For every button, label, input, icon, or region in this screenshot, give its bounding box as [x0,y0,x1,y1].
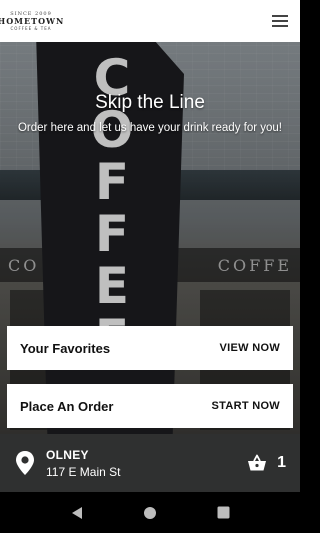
hero-banner: CO COFFE C O F F E E Skip the Line Order… [0,42,300,434]
home-icon[interactable] [142,505,158,521]
back-icon[interactable] [69,505,85,521]
store-location-text[interactable]: OLNEY 117 E Main St [46,448,247,479]
store-address: 117 E Main St [46,464,121,479]
store-location-bar[interactable]: OLNEY 117 E Main St 1 [0,434,300,492]
cart-button[interactable]: 1 [247,454,286,472]
system-navigation-bar [0,492,300,533]
store-city: OLNEY [46,447,89,462]
place-order-card[interactable]: Place An Order START NOW [7,384,293,428]
hero-subtitle: Order here and let us have your drink re… [17,122,282,134]
your-favorites-card[interactable]: Your Favorites VIEW NOW [7,326,293,370]
cart-count: 1 [277,454,286,471]
location-pin-icon [16,451,34,475]
logo-subtitle: COFFEE & TEA [10,26,52,31]
card-title: Your Favorites [20,340,111,356]
card-title: Place An Order [20,398,114,414]
hero-title: Skip the Line [95,92,205,113]
logo-name: HOMETOWN [0,16,65,26]
app-header: SINCE 2009 HOMETOWN COFFEE & TEA [0,0,300,42]
basket-icon [248,454,267,471]
view-now-button[interactable]: VIEW NOW [220,342,280,354]
recents-icon[interactable] [215,505,231,521]
hamburger-menu-icon[interactable] [272,15,288,27]
hometown-logo[interactable]: SINCE 2009 HOMETOWN COFFEE & TEA [0,7,63,35]
start-now-button[interactable]: START NOW [212,400,281,412]
